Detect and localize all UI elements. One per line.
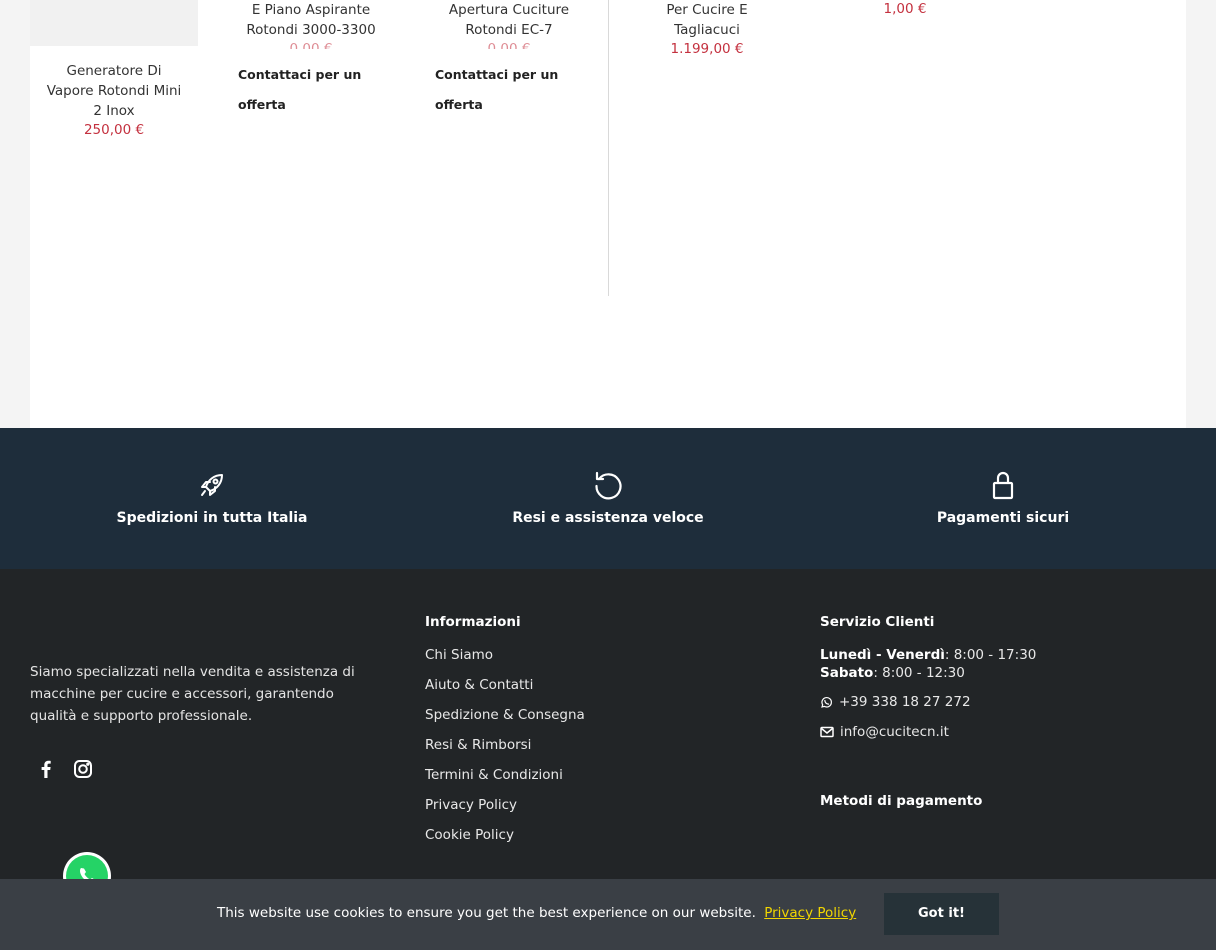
footer-link-aiuto-contatti[interactable]: Aiuto & Contatti [425, 675, 585, 705]
product-price: 0,00 € [487, 41, 531, 49]
whatsapp-icon [821, 696, 832, 708]
footer-link-resi[interactable]: Resi & Rimborsi [425, 735, 585, 765]
product-title[interactable]: Apertura Cuciture Rotondi EC-7 [425, 0, 593, 40]
cookie-banner: This website use cookies to ensure you g… [0, 879, 1216, 950]
hours-day: Lunedì - Venerdì [820, 647, 945, 663]
email-address[interactable]: info@cucitecn.it [840, 724, 949, 740]
divider [608, 0, 609, 296]
cookie-accept-button[interactable]: Got it! [884, 893, 999, 935]
hours-day: Sabato [820, 665, 874, 681]
footer-about: Siamo specializzati nella vendita e assi… [30, 664, 355, 724]
product-price: 0,00 € [289, 41, 333, 49]
refresh-icon [595, 471, 622, 500]
contact-offer-link[interactable]: Contattaci per un offerta [238, 60, 361, 120]
service-heading: Servizio Clienti [820, 614, 935, 630]
hours-time: : 8:00 - 12:30 [873, 665, 965, 681]
info-links: Chi Siamo Aiuto & Contatti Spedizione & … [425, 645, 585, 855]
envelope-icon [820, 726, 834, 738]
feature-shipping: Spedizioni in tutta Italia [22, 470, 402, 526]
cookie-message: This website use cookies to ensure you g… [217, 905, 856, 921]
feature-returns: Resi e assistenza veloce [418, 470, 798, 526]
privacy-policy-link[interactable]: Privacy Policy [764, 905, 856, 921]
lock-icon [992, 471, 1014, 500]
product-grid: Generatore Di Vapore Rotondi Mini 2 Inox… [30, 0, 1186, 428]
product-title[interactable]: Per Cucire E Tagliacuci [623, 0, 791, 40]
hours-time: : 8:00 - 17:30 [944, 647, 1037, 663]
product-title[interactable]: Generatore Di Vapore Rotondi Mini 2 Inox [30, 61, 198, 121]
feature-label: Pagamenti sicuri [936, 510, 1070, 526]
footer-link-spedizione[interactable]: Spedizione & Consegna [425, 705, 585, 735]
product-price: 250,00 € [83, 122, 145, 138]
instagram-icon[interactable] [71, 757, 95, 781]
product-title[interactable]: E Piano Aspirante Rotondi 3000-3300 [227, 0, 395, 40]
product-image[interactable] [30, 0, 198, 46]
footer-link-cookie[interactable]: Cookie Policy [425, 825, 585, 855]
feature-label: Spedizioni in tutta Italia [116, 510, 308, 526]
footer-link-termini[interactable]: Termini & Condizioni [425, 765, 585, 795]
footer-link-chi-siamo[interactable]: Chi Siamo [425, 645, 585, 675]
hours-saturday: Sabato: 8:00 - 12:30 [820, 664, 965, 682]
product-price: 1.199,00 € [670, 41, 744, 57]
contact-offer-link[interactable]: Contattaci per un offerta [435, 60, 558, 120]
phone-row[interactable]: +39 338 18 27 272 [820, 694, 971, 710]
feature-label: Resi e assistenza veloce [512, 510, 704, 526]
info-heading: Informazioni [425, 614, 521, 630]
phone-number[interactable]: +39 338 18 27 272 [839, 694, 971, 710]
hours-weekdays: Lunedì - Venerdì: 8:00 - 17:30 [820, 646, 1036, 664]
feature-payments: Pagamenti sicuri [813, 470, 1193, 526]
facebook-icon[interactable] [34, 757, 58, 781]
product-price: 1,00 € [883, 1, 927, 17]
cookie-text: This website use cookies to ensure you g… [217, 905, 756, 921]
features-bar: Spedizioni in tutta Italia Resi e assist… [0, 428, 1216, 569]
footer-link-privacy[interactable]: Privacy Policy [425, 795, 585, 825]
email-row[interactable]: info@cucitecn.it [820, 724, 949, 740]
payments-heading: Metodi di pagamento [820, 793, 983, 809]
rocket-icon [201, 474, 223, 496]
